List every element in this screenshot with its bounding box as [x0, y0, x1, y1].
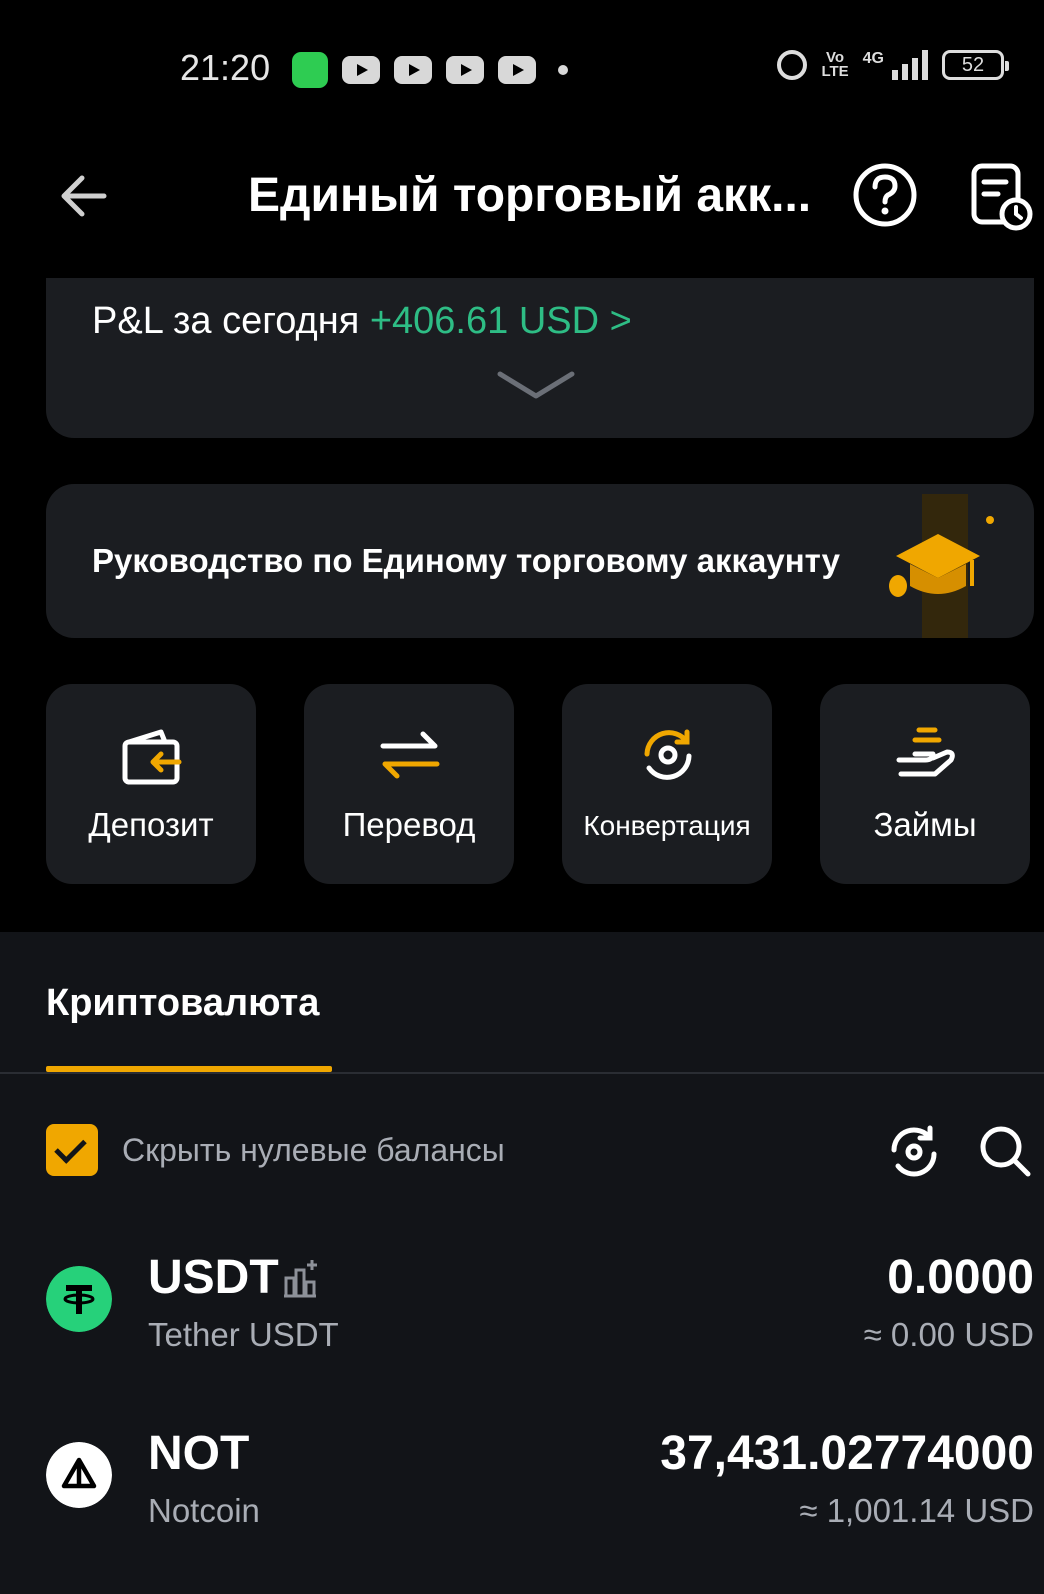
convert-icon — [644, 729, 692, 780]
search-icon[interactable] — [978, 1124, 1032, 1178]
asset-row[interactable]: NOT Notcoin 37,431.02774000 ≈ 1,001.14 U… — [46, 1426, 1034, 1536]
pnl-label: P&L за сегодня — [92, 300, 360, 342]
help-icon[interactable] — [852, 162, 918, 228]
youtube-notification-icon — [394, 56, 432, 84]
app-notification-icon — [292, 52, 328, 88]
pnl-value: +406.61 USD — [369, 300, 600, 342]
network-type-label: 4G — [862, 50, 884, 67]
hide-zero-label: Скрыть нулевые балансы — [122, 1131, 505, 1168]
hide-zero-toggle[interactable]: Скрыть нулевые балансы — [46, 1124, 505, 1176]
transfer-button[interactable]: Перевод — [304, 684, 514, 884]
signal-icon — [892, 50, 928, 80]
history-icon[interactable] — [970, 162, 1034, 232]
battery-icon: 52 — [942, 50, 1009, 80]
chevron-down-icon[interactable] — [496, 368, 576, 402]
youtube-notification-icon — [446, 56, 484, 84]
notification-icons — [292, 52, 568, 88]
pnl-row[interactable]: P&L за сегодня +406.61 USD > — [92, 300, 632, 343]
asset-amount: 0.0000 — [887, 1251, 1034, 1304]
asset-amount: 37,431.02774000 — [660, 1427, 1034, 1480]
asset-name: Notcoin — [148, 1492, 260, 1529]
asset-usd-value: ≈ 0.00 USD — [863, 1316, 1034, 1353]
status-time: 21:20 — [180, 47, 271, 88]
convert-small-icon[interactable] — [886, 1124, 942, 1180]
hide-zero-checkbox[interactable] — [46, 1124, 98, 1176]
asset-row[interactable]: USDT Tether USDT 0.0000 ≈ 0.00 USD — [46, 1250, 1034, 1360]
page-title: Единый торговый акк... — [248, 169, 812, 222]
chevron-right-icon: > — [609, 300, 632, 342]
pnl-card[interactable]: P&L за сегодня +406.61 USD > — [46, 278, 1034, 438]
more-notifications-icon — [558, 65, 568, 75]
guide-text: Руководство по Единому торговому аккаунт… — [92, 542, 840, 579]
deposit-label: Депозит — [88, 806, 214, 843]
transfer-label: Перевод — [342, 806, 476, 843]
system-status-icons: Vo LTE 4G 52 — [777, 49, 1009, 80]
convert-label: Конвертация — [583, 810, 751, 841]
guide-banner[interactable]: Руководство по Единому торговому аккаунт… — [46, 484, 1034, 638]
convert-button[interactable]: Конвертация — [562, 684, 772, 884]
loans-button[interactable]: Займы — [820, 684, 1030, 884]
alarm-icon — [777, 50, 808, 80]
asset-symbol: USDT — [148, 1251, 279, 1304]
app-header: Единый торговый акк... — [0, 150, 1044, 240]
chart-plus-icon[interactable] — [282, 1258, 320, 1298]
asset-name: Tether USDT — [148, 1316, 339, 1353]
status-bar: 21:20 Vo LTE 4G 52 — [0, 0, 1044, 130]
youtube-notification-icon — [342, 56, 380, 84]
assets-panel: Криптовалюта Скрыть нулевые балансы USDT… — [0, 932, 1044, 1594]
back-arrow-icon[interactable] — [56, 168, 112, 224]
deposit-button[interactable]: Депозит — [46, 684, 256, 884]
loans-icon — [896, 727, 955, 777]
youtube-notification-icon — [498, 56, 536, 84]
graduation-cap-icon — [889, 494, 994, 638]
tab-divider — [0, 1072, 1044, 1074]
asset-usd-value: ≈ 1,001.14 USD — [799, 1492, 1034, 1529]
asset-symbol: NOT — [148, 1427, 250, 1480]
deposit-icon — [122, 729, 182, 785]
notcoin-logo-icon — [46, 1442, 112, 1508]
volte-icon: Vo LTE — [821, 49, 849, 80]
tab-crypto[interactable]: Криптовалюта — [46, 982, 319, 1025]
usdt-logo-icon — [46, 1266, 112, 1332]
transfer-icon — [380, 731, 440, 779]
loans-label: Займы — [873, 806, 977, 843]
